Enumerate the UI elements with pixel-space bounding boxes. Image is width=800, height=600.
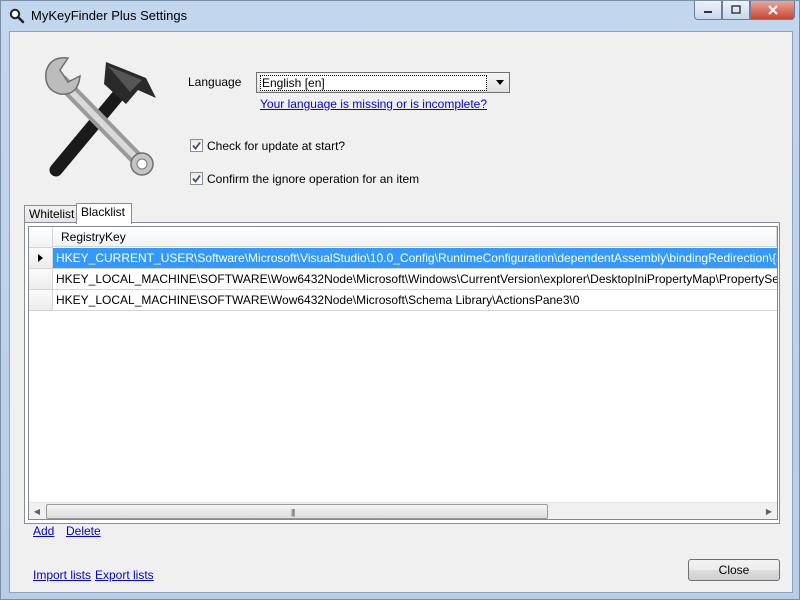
- import-lists-link[interactable]: Import lists: [33, 568, 91, 582]
- table-row[interactable]: HKEY_CURRENT_USER\Software\Microsoft\Vis…: [29, 248, 777, 269]
- chevron-down-icon: [493, 76, 507, 89]
- language-label: Language: [188, 75, 242, 89]
- checkmark-icon: [192, 174, 201, 183]
- maximize-icon: [731, 5, 741, 14]
- registry-grid[interactable]: RegistryKey HKEY_CURRENT_USER\Software\M…: [28, 226, 778, 520]
- tab-whitelist[interactable]: Whitelist: [24, 205, 78, 223]
- delete-link[interactable]: Delete: [66, 524, 101, 538]
- grid-corner-header: [29, 227, 53, 248]
- table-row[interactable]: HKEY_LOCAL_MACHINE\SOFTWARE\Wow6432Node\…: [29, 269, 777, 290]
- minimize-button[interactable]: [694, 1, 722, 20]
- client-area: Language English [en] Your language is m…: [9, 31, 793, 593]
- window-title: MyKeyFinder Plus Settings: [31, 8, 188, 23]
- language-selected-value: English [en]: [260, 75, 487, 91]
- registry-key-cell[interactable]: HKEY_LOCAL_MACHINE\SOFTWARE\Wow6432Node\…: [53, 290, 777, 311]
- scrollbar-thumb[interactable]: |||: [46, 504, 548, 519]
- confirm-ignore-label[interactable]: Confirm the ignore operation for an item: [207, 172, 419, 186]
- check-update-checkbox[interactable]: [190, 139, 203, 152]
- magnifier-icon: [9, 8, 25, 24]
- scroll-left-icon[interactable]: ◀: [29, 503, 45, 519]
- registrykey-column-header[interactable]: RegistryKey: [53, 227, 777, 247]
- tools-logo-icon: [45, 57, 156, 177]
- grip-icon: |||: [291, 508, 295, 517]
- tab-blacklist[interactable]: Blacklist: [76, 203, 132, 224]
- close-button[interactable]: Close: [688, 559, 780, 581]
- export-lists-link[interactable]: Export lists: [95, 568, 154, 582]
- settings-window: MyKeyFinder Plus Settings Language Engli…: [0, 0, 800, 600]
- checkmark-icon: [192, 141, 201, 150]
- row-header[interactable]: [29, 269, 53, 290]
- current-row-arrow-icon: [38, 254, 43, 262]
- registry-key-cell[interactable]: HKEY_CURRENT_USER\Software\Microsoft\Vis…: [53, 248, 777, 269]
- table-row[interactable]: HKEY_LOCAL_MACHINE\SOFTWARE\Wow6432Node\…: [29, 290, 777, 311]
- confirm-ignore-checkbox[interactable]: [190, 172, 203, 185]
- language-missing-link[interactable]: Your language is missing or is incomplet…: [260, 97, 487, 111]
- row-header[interactable]: [29, 290, 53, 311]
- add-link[interactable]: Add: [33, 524, 54, 538]
- row-header[interactable]: [29, 248, 53, 269]
- close-icon: [767, 5, 778, 15]
- title-bar[interactable]: MyKeyFinder Plus Settings: [1, 1, 799, 31]
- maximize-button[interactable]: [722, 1, 750, 20]
- scroll-right-icon[interactable]: ▶: [761, 503, 777, 519]
- language-dropdown[interactable]: English [en]: [256, 72, 510, 93]
- close-window-button[interactable]: [750, 1, 795, 20]
- check-update-label[interactable]: Check for update at start?: [207, 139, 345, 153]
- horizontal-scrollbar[interactable]: ◀ ||| ▶: [29, 502, 777, 519]
- minimize-icon: [704, 11, 712, 13]
- blacklist-panel: RegistryKey HKEY_CURRENT_USER\Software\M…: [24, 222, 780, 524]
- registry-key-cell[interactable]: HKEY_LOCAL_MACHINE\SOFTWARE\Wow6432Node\…: [53, 269, 777, 290]
